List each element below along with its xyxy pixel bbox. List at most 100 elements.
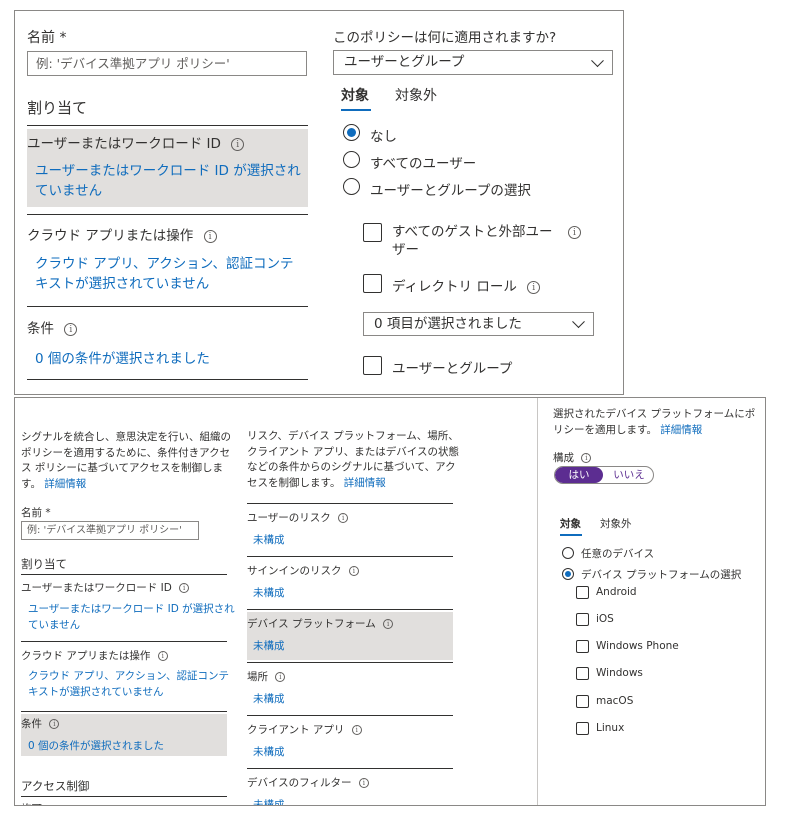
directory-roles-text: ディレクトリ ロール [392, 279, 517, 295]
intro-line3: ス ポリシーに基づいてアクセスを制御しま [21, 462, 223, 474]
cloud-apps-heading-label: クラウド アプリまたは操作 [21, 650, 151, 662]
toggle-no[interactable]: いいえ [605, 467, 653, 483]
radio-all-users[interactable] [343, 151, 360, 168]
condition-locations[interactable]: 場所 i [247, 669, 286, 684]
info-icon[interactable]: i [358, 778, 369, 788]
checkbox-ios[interactable] [576, 613, 589, 626]
name-label: 名前 * [21, 507, 51, 519]
tab-selected-indicator [560, 534, 582, 536]
info-icon[interactable]: i [157, 651, 168, 661]
policy-name-input[interactable]: 例: 'デバイス準拠アプリ ポリシー' [27, 51, 307, 76]
cloud-apps-selection-link[interactable]: クラウド アプリ、アクション、認証コンテ キストが選択されていません [28, 669, 229, 700]
chevron-down-icon [591, 53, 604, 67]
info-icon[interactable]: i [49, 719, 60, 729]
info-icon[interactable]: i [383, 619, 394, 629]
checkbox-linux[interactable] [576, 722, 589, 735]
assignments-heading: 割り当て [21, 557, 67, 571]
condition-client-apps[interactable]: クライアント アプリ i [247, 722, 362, 737]
conditions-selection-link[interactable]: 0 個の条件が選択されました [28, 738, 164, 753]
tab-exclude[interactable]: 対象外 [395, 85, 437, 105]
condition-device-filter[interactable]: デバイスのフィルター i [247, 775, 369, 790]
apply-to-dropdown[interactable]: ユーザーとグループ [333, 50, 613, 75]
users-selection-link[interactable]: ユーザーまたはワークロード ID が選択され ていません [28, 602, 235, 633]
platform-macos-label: macOS [596, 695, 634, 707]
learn-more-link[interactable]: 詳細情報 [660, 424, 702, 436]
conditions-selection-link[interactable]: 0 個の条件が選択されました [35, 347, 210, 367]
platform-android-label: Android [596, 586, 637, 598]
learn-more-link[interactable]: 詳細情報 [44, 478, 86, 490]
users-selection-link[interactable]: ユーザーまたはワークロード ID が選択され ていません [35, 161, 301, 201]
info-icon[interactable]: i [348, 566, 359, 576]
checkbox-android[interactable] [576, 586, 589, 599]
condition-sign-in-risk-value[interactable]: 未構成 [253, 585, 285, 600]
toggle-yes[interactable]: はい [555, 467, 603, 483]
info-icon[interactable]: i [338, 513, 349, 523]
guests-line2: ザー [392, 242, 419, 258]
info-icon[interactable]: i [568, 226, 581, 239]
checkbox-macos[interactable] [576, 695, 589, 708]
chevron-down-icon [572, 315, 585, 329]
checkbox-users-groups[interactable] [363, 356, 382, 375]
checkbox-windows-phone[interactable] [576, 640, 589, 653]
right-intro-line2: リシーを適用します。 [553, 423, 657, 436]
condition-label: サインインのリスク [247, 565, 342, 577]
condition-locations-value[interactable]: 未構成 [253, 691, 285, 706]
divider [21, 641, 227, 642]
tab-selected-indicator [341, 109, 371, 111]
condition-user-risk[interactable]: ユーザーのリスク i [247, 510, 349, 525]
mid-intro-line3: などの条件からのシグナルに基づいて、アク [247, 461, 456, 473]
condition-sign-in-risk[interactable]: サインインのリスク i [247, 563, 359, 578]
conditions-heading: 条件 i [27, 317, 78, 337]
divider [247, 556, 453, 557]
checkbox-directory-roles[interactable] [363, 274, 382, 293]
conditions-heading-label: 条件 [27, 321, 54, 337]
configure-label: 構成 i [553, 450, 592, 465]
info-icon[interactable]: i [275, 672, 286, 682]
condition-user-risk-value[interactable]: 未構成 [253, 532, 285, 547]
radio-all-users-label: すべてのユーザー [370, 156, 477, 172]
conditions-heading-label: 条件 [21, 718, 42, 730]
blade-divider [537, 398, 538, 805]
policy-name-input[interactable]: 例: 'デバイス準拠アプリ ポリシー' [21, 521, 199, 540]
cloud-apps-selection-link[interactable]: クラウド アプリ、アクション、認証コンテ キストが選択されていません [35, 254, 294, 294]
condition-client-apps-value[interactable]: 未構成 [253, 744, 285, 759]
info-icon[interactable]: i [351, 725, 362, 735]
divider [247, 609, 453, 610]
radio-select-users-groups[interactable] [343, 178, 360, 195]
info-icon[interactable]: i [581, 453, 592, 463]
condition-label: デバイスのフィルター [247, 777, 352, 789]
tab-include[interactable]: 対象 [341, 85, 369, 105]
condition-device-platforms-value[interactable]: 未構成 [253, 638, 285, 653]
radio-any-device[interactable] [562, 547, 574, 559]
info-icon[interactable]: i [527, 280, 541, 294]
directory-roles-dropdown[interactable]: 0 項目が選択されました [363, 312, 594, 336]
info-icon[interactable]: i [231, 137, 245, 151]
radio-select-platforms[interactable] [562, 568, 574, 580]
right-intro-line1: 選択されたデバイス プラットフォームにポ [553, 408, 756, 420]
configure-text: 構成 [553, 452, 574, 464]
cloud-apps-heading-label: クラウド アプリまたは操作 [27, 228, 194, 244]
radio-none[interactable] [343, 124, 360, 141]
condition-device-filter-value[interactable]: 未構成 [253, 797, 285, 805]
cloud-apps-heading: クラウド アプリまたは操作 i [27, 224, 217, 244]
platform-ios-label: iOS [596, 613, 614, 625]
divider [27, 379, 308, 380]
info-icon[interactable]: i [64, 322, 78, 336]
tab-exclude[interactable]: 対象外 [600, 516, 632, 531]
configure-toggle[interactable]: はい いいえ [554, 466, 654, 484]
divider [21, 796, 227, 797]
checkbox-windows[interactable] [576, 667, 589, 680]
info-icon[interactable]: i [203, 229, 217, 243]
tab-include[interactable]: 対象 [560, 516, 581, 531]
top-panel: 名前 * 例: 'デバイス準拠アプリ ポリシー' 割り当て ユーザーまたはワーク… [14, 10, 624, 395]
condition-device-platforms[interactable]: デバイス プラットフォーム i [247, 616, 394, 631]
users-heading: ユーザーまたはワークロード ID i [21, 580, 190, 595]
info-icon[interactable]: i [179, 583, 190, 593]
platforms-intro: 選択されたデバイス プラットフォームにポ リシーを適用します。 詳細情報 [553, 407, 758, 438]
mid-intro-line2: クライアント アプリ、またはデバイスの状態 [247, 445, 459, 458]
intro-line4: す。 [21, 477, 41, 490]
learn-more-link[interactable]: 詳細情報 [344, 477, 386, 489]
divider [21, 711, 227, 712]
checkbox-guests-external[interactable] [363, 223, 382, 242]
platform-windows-label: Windows [596, 667, 643, 679]
